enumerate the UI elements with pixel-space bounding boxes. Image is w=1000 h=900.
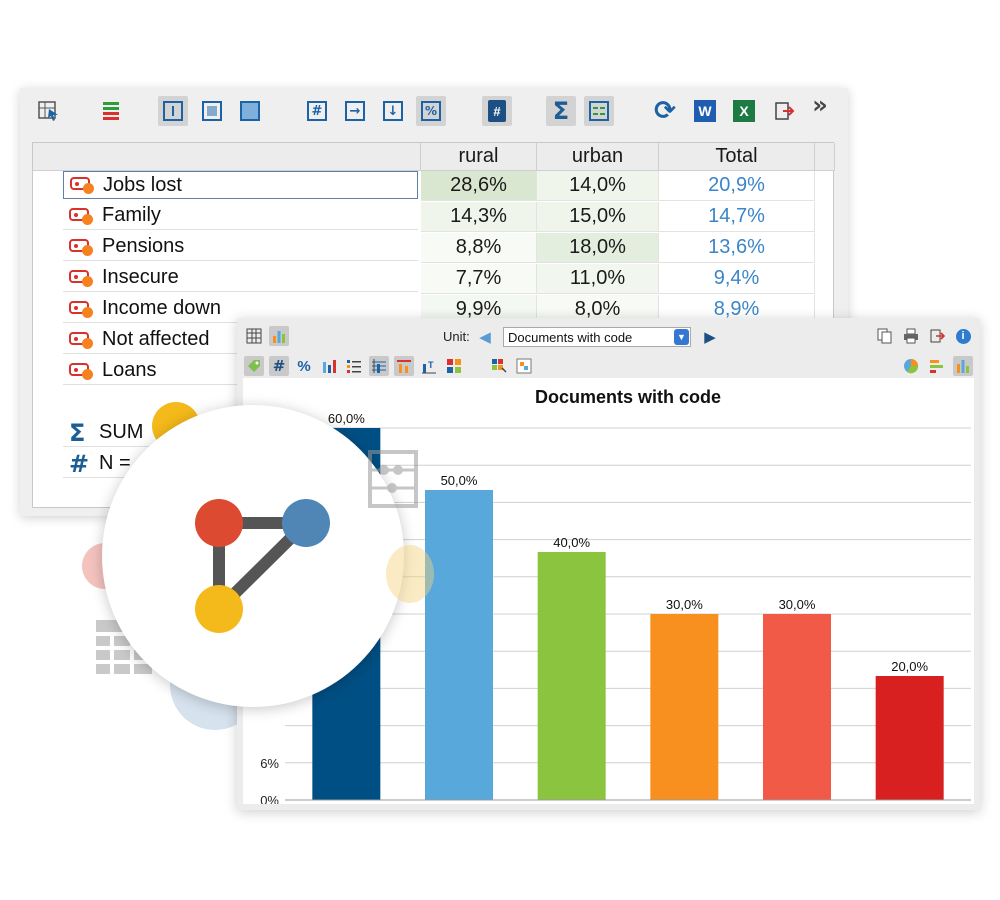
cell-urban: 18,0%: [537, 233, 659, 263]
row-label-text: Loans: [102, 359, 157, 381]
hash-icon[interactable]: #: [302, 96, 332, 126]
copy-icon[interactable]: [875, 326, 895, 346]
list-icon[interactable]: [344, 356, 364, 376]
arrow-right-icon[interactable]: →: [340, 96, 370, 126]
crosstab-toolbar: # → ↓ % # Σ ⟳ W X »: [32, 91, 842, 130]
axis-label-icon[interactable]: T: [419, 356, 439, 376]
row-label-text: Pensions: [102, 235, 185, 257]
bar: [537, 552, 606, 800]
cell-rural: 7,7%: [421, 264, 537, 294]
compare-icon[interactable]: [584, 96, 614, 126]
bar-value-label: 30,0%: [779, 597, 816, 612]
code-icon: [69, 207, 95, 225]
arrow-down-icon[interactable]: ↓: [378, 96, 408, 126]
y-tick-label: 6%: [260, 756, 279, 771]
pie-chart-icon[interactable]: [901, 356, 921, 376]
logo-circle: [102, 405, 404, 707]
svg-text:T: T: [428, 360, 434, 370]
color-palette-icon[interactable]: [444, 356, 464, 376]
info-icon[interactable]: i: [953, 326, 973, 346]
summary-icon: #: [69, 449, 90, 478]
sigma-icon[interactable]: Σ: [546, 96, 576, 126]
vertical-bar-icon[interactable]: [953, 356, 973, 376]
bar-sort-icon[interactable]: [319, 356, 339, 376]
cell-rural: 14,3%: [421, 202, 537, 232]
bar-value-label: 40,0%: [553, 535, 590, 550]
tag-icon[interactable]: [244, 356, 264, 376]
column-header-rural[interactable]: rural: [421, 143, 537, 171]
print-icon[interactable]: [901, 326, 921, 346]
word-export-icon[interactable]: W: [690, 96, 720, 126]
more-icon[interactable]: »: [805, 90, 835, 120]
cell-urban: 14,0%: [537, 171, 659, 201]
export-icon[interactable]: [769, 96, 799, 126]
bar: [875, 676, 944, 800]
unit-label: Unit:: [443, 329, 470, 344]
chevron-down-icon: ▼: [674, 329, 689, 345]
decorative-abacus-icon: [368, 450, 420, 508]
horizontal-bar-icon[interactable]: [927, 356, 947, 376]
scroll-corner: [815, 143, 835, 171]
excel-export-icon[interactable]: X: [729, 96, 759, 126]
row-label[interactable]: Family: [63, 202, 418, 230]
select-table-icon[interactable]: [34, 96, 64, 126]
decorative-yellow-circle: [386, 545, 434, 603]
cell-total: 13,6%: [659, 233, 815, 263]
row-label-text: Insecure: [102, 266, 179, 288]
bar-value-label: 50,0%: [441, 473, 478, 488]
legend-icon[interactable]: [514, 356, 534, 376]
cell-total: 9,4%: [659, 264, 815, 294]
row-label-text: Family: [102, 204, 161, 226]
code-icon: [69, 238, 95, 256]
bar-value-label: 20,0%: [891, 659, 928, 674]
bar: [763, 614, 831, 800]
row-label[interactable]: Jobs lost: [63, 171, 418, 199]
cell-rural: 28,6%: [421, 171, 537, 201]
unit-prev-icon[interactable]: ◀: [475, 327, 495, 347]
color-options-icon[interactable]: [489, 356, 509, 376]
cell-total: 14,7%: [659, 202, 815, 232]
chart-title: Documents with code: [535, 387, 721, 407]
unit-select-value: Documents with code: [508, 329, 633, 345]
refresh-icon[interactable]: ⟳: [650, 96, 680, 126]
cell-total: 20,9%: [659, 171, 815, 201]
percent-icon[interactable]: %: [294, 356, 314, 376]
hash-icon[interactable]: #: [269, 356, 289, 376]
table-view-icon[interactable]: [244, 326, 264, 346]
layout-1-icon[interactable]: [158, 96, 188, 126]
row-label[interactable]: Insecure: [63, 264, 418, 292]
code-icon: [69, 331, 95, 349]
bar: [425, 490, 493, 800]
layout-3-icon[interactable]: [235, 96, 265, 126]
row-label[interactable]: Pensions: [63, 233, 418, 261]
color-bars-icon[interactable]: [96, 96, 126, 126]
layout-2-icon[interactable]: [197, 96, 227, 126]
y-tick-label: 0%: [260, 793, 279, 804]
cell-rural: 8,8%: [421, 233, 537, 263]
row-label-text: Income down: [102, 297, 221, 319]
code-icon: [70, 176, 96, 194]
code-icon: [69, 269, 95, 287]
network-logo-icon: [195, 499, 330, 633]
bar-labels-icon[interactable]: [394, 356, 414, 376]
column-header-urban[interactable]: urban: [537, 143, 659, 171]
gridlines-icon[interactable]: [369, 356, 389, 376]
unit-select[interactable]: Documents with code ▼: [503, 327, 691, 347]
bar: [650, 614, 719, 800]
chart-view-icon[interactable]: [269, 326, 289, 346]
export-icon[interactable]: [927, 326, 947, 346]
row-label-text: Jobs lost: [103, 173, 182, 196]
unit-next-icon[interactable]: ▶: [700, 327, 720, 347]
summary-icon: Σ: [69, 418, 86, 447]
corner-header: [33, 143, 421, 171]
cell-urban: 15,0%: [537, 202, 659, 232]
code-icon: [69, 362, 95, 380]
bar-value-label: 30,0%: [666, 597, 703, 612]
document-hash-icon[interactable]: #: [482, 96, 512, 126]
column-header-total[interactable]: Total: [659, 143, 815, 171]
percent-icon[interactable]: %: [416, 96, 446, 126]
cell-urban: 11,0%: [537, 264, 659, 294]
row-label-text: Not affected: [102, 328, 210, 350]
code-icon: [69, 300, 95, 318]
